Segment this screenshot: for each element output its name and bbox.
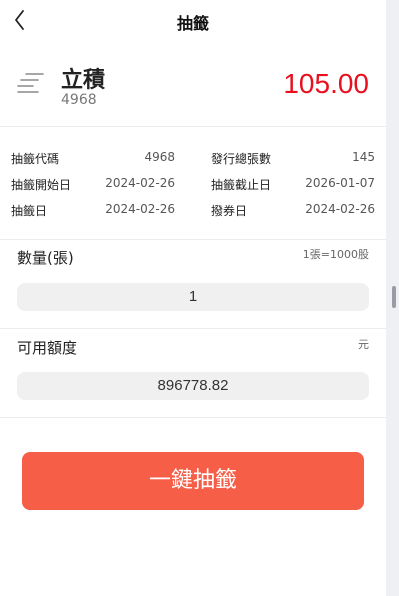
credit-label: 可用額度 [17, 339, 78, 357]
divider [0, 126, 386, 127]
info-label: 抽籤截止日 [211, 178, 272, 192]
info-row: 抽籤日 2024-02-26 撥券日 2024-02-26 [0, 202, 386, 222]
info-label: 發行總張數 [211, 152, 272, 166]
quantity-unit-note: 1張=1000股 [302, 248, 369, 261]
page: 抽籤 立積 4968 105.00 抽籤代碼 4968 發行總張數 145 抽籤… [0, 0, 386, 596]
divider [0, 328, 386, 329]
divider [0, 239, 386, 240]
info-label: 抽籤代碼 [11, 152, 60, 166]
quantity-label: 數量(張) [17, 249, 74, 267]
header: 抽籤 [0, 0, 386, 42]
scrollbar-handle[interactable] [392, 286, 396, 308]
page-title: 抽籤 [176, 14, 209, 33]
stock-name: 立積 [61, 68, 106, 93]
quantity-input[interactable]: 1 [17, 283, 369, 311]
info-label: 抽籤日 [11, 204, 48, 218]
info-value: 2024-02-26 [105, 176, 175, 190]
info-row: 抽籤開始日 2024-02-26 抽籤截止日 2026-01-07 [0, 176, 386, 196]
info-value: 145 [352, 150, 375, 164]
stock-code: 4968 [61, 92, 97, 108]
stock-price: 105.00 [283, 68, 369, 99]
info-row: 抽籤代碼 4968 發行總張數 145 [0, 150, 386, 170]
info-label: 撥券日 [211, 204, 248, 218]
info-value: 2024-02-26 [105, 202, 175, 216]
one-click-draw-button[interactable]: 一鍵抽籤 [22, 452, 364, 510]
info-label: 抽籤開始日 [11, 178, 72, 192]
credit-unit: 元 [358, 338, 369, 351]
list-icon [17, 73, 44, 93]
credit-field: 896778.82 [17, 372, 369, 400]
info-value: 2026-01-07 [305, 176, 375, 190]
info-value: 2024-02-26 [305, 202, 375, 216]
stock-card: 立積 4968 105.00 [0, 42, 386, 126]
divider [0, 417, 386, 418]
info-value: 4968 [144, 150, 175, 164]
